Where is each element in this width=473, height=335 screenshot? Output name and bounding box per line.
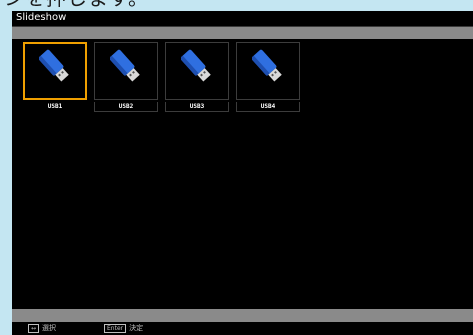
projector-screen: Slideshow USB1 USB2 USB3 USB4 ↔ 選択 Enter…	[12, 11, 473, 335]
device-label-usb4: USB4	[236, 102, 300, 112]
device-tile-usb4[interactable]	[236, 42, 300, 100]
header-bar	[12, 27, 473, 39]
title-bar: Slideshow	[12, 11, 473, 27]
window-title: Slideshow	[16, 12, 67, 23]
caption-text: ンを押します。	[4, 0, 149, 10]
device-grid: USB1 USB2 USB3 USB4	[12, 39, 473, 309]
page-caption: ンを押します。	[0, 0, 473, 11]
hint-enter-text: 決定	[129, 324, 144, 332]
device-label-usb2: USB2	[94, 102, 158, 112]
arrows-key-icon: ↔	[28, 324, 40, 333]
device-tile-usb2[interactable]	[94, 42, 158, 100]
device-tile-usb3[interactable]	[165, 42, 229, 100]
hint-enter: Enter 決定	[104, 324, 143, 333]
device-label-usb1: USB1	[47, 103, 63, 110]
device-tile-usb1[interactable]	[23, 42, 87, 100]
usb-drive-icon	[110, 49, 140, 82]
hint-select: ↔ 選択	[28, 324, 56, 333]
usb-drive-icon	[252, 49, 282, 82]
hint-select-text: 選択	[42, 324, 57, 332]
enter-key-icon: Enter	[104, 324, 127, 333]
status-bar	[12, 309, 473, 322]
usb-drive-icon	[39, 49, 69, 82]
footer-hints: ↔ 選択 Enter 決定	[12, 322, 473, 335]
device-label-usb3: USB3	[165, 102, 229, 112]
usb-drive-icon	[181, 49, 211, 82]
